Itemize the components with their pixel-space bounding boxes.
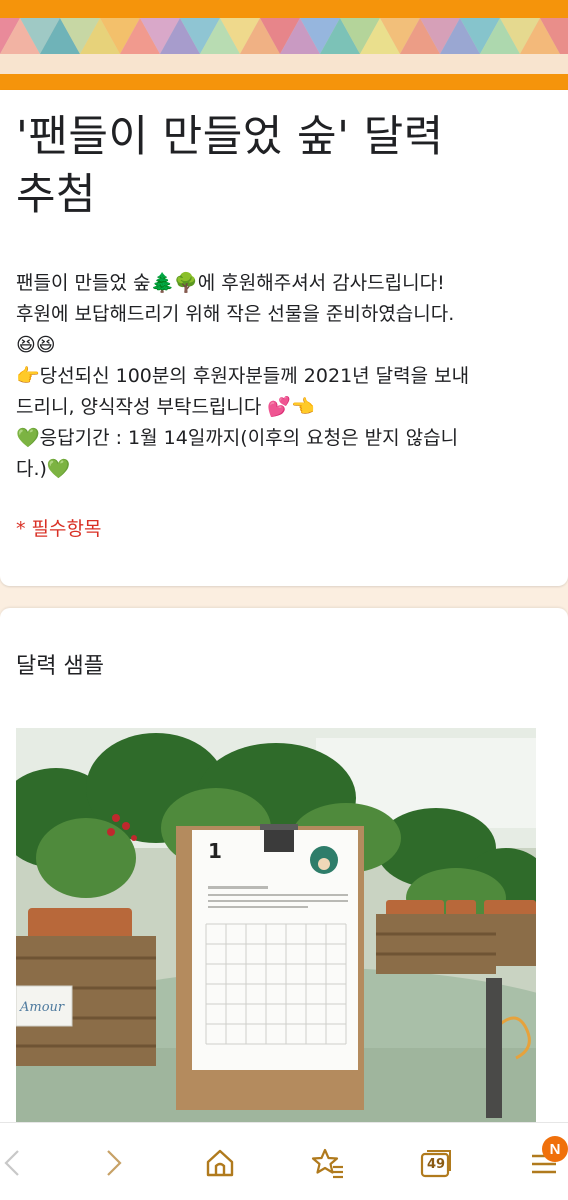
description-line: 😆😆 xyxy=(16,334,56,356)
description-line: 💚응답기간 : 1월 14일까지(이후의 요청은 받지 않습니 xyxy=(16,427,459,449)
star-list-icon[interactable] xyxy=(310,1145,346,1181)
form-title-line-1: '팬들이 만들었 숲' 달력 xyxy=(16,112,444,162)
home-icon[interactable] xyxy=(202,1145,238,1181)
notification-badge: N xyxy=(542,1136,568,1162)
calendar-sample-section: 달력 샘플 Amour 1 xyxy=(0,608,568,1138)
description-line: 드리니, 양식작성 부탁드립니다 💕👈 xyxy=(16,396,315,418)
chevron-left-icon[interactable] xyxy=(0,1145,30,1181)
form-title-line-2: 추첨 xyxy=(16,170,97,220)
description-line: 👉당선되신 100분의 후원자분들께 2021년 달력을 보내 xyxy=(16,365,470,387)
form-page: '팬들이 만들었 숲' 달력 추첨 팬들이 만들었 숲🌲🌳에 후원해주셔서 감사… xyxy=(0,0,568,1200)
section-title: 달력 샘플 xyxy=(16,654,104,679)
browser-bottom-toolbar: 49 xyxy=(0,1122,568,1200)
form-header-card: '팬들이 만들었 숲' 달력 추첨 팬들이 만들었 숲🌲🌳에 후원해주셔서 감사… xyxy=(0,90,568,586)
description-line: 다.)💚 xyxy=(16,458,71,480)
chevron-right-icon[interactable] xyxy=(96,1145,132,1181)
header-banner-fade xyxy=(0,54,568,74)
header-accent-stripe xyxy=(0,0,568,18)
description-line: 팬들이 만들었 숲🌲🌳에 후원해주셔서 감사드립니다! xyxy=(16,272,445,294)
header-mosaic-banner xyxy=(0,18,568,54)
form-description: 팬들이 만들었 숲🌲🌳에 후원해주셔서 감사드립니다! 후원에 보답해드리기 위… xyxy=(16,268,546,485)
calendar-sample-image: Amour 1 xyxy=(16,728,536,1138)
tabs-icon[interactable]: 49 xyxy=(418,1145,454,1181)
calendar-month-number: 1 xyxy=(208,839,222,863)
form-title: '팬들이 만들었 숲' 달력 추첨 xyxy=(16,108,536,224)
description-line: 후원에 보답해드리기 위해 작은 선물을 준비하였습니다. xyxy=(16,303,455,325)
tab-count: 49 xyxy=(426,1156,446,1172)
header-accent-bar xyxy=(0,74,568,90)
plant-tag-text: Amour xyxy=(19,1000,65,1015)
required-field-note: * 필수항목 xyxy=(16,518,102,540)
